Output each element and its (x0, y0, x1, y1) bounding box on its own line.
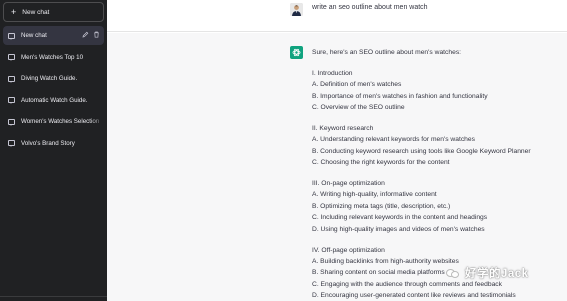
answer-line: B. Importance of men's watches in fashio… (312, 92, 488, 100)
chat-item-womens-watches-selection[interactable]: Women's Watches Selection (3, 112, 104, 131)
answer-line: C. Overview of the SEO outline (312, 104, 405, 112)
user-avatar (290, 3, 303, 16)
answer-line: A. Writing high-quality, informative con… (312, 191, 437, 199)
chat-history-list: New chat Men's Watches Top 10 Diving Wat… (3, 26, 104, 156)
chat-item-actions (82, 31, 100, 38)
answer-line: C. Including relevant keywords in the co… (312, 214, 488, 222)
pencil-icon[interactable] (82, 31, 89, 38)
chat-item-label: New chat (21, 32, 47, 39)
message-icon (8, 140, 15, 148)
new-chat-button[interactable]: + New chat (3, 2, 104, 22)
message-icon (8, 97, 15, 105)
answer-line: IV. Off-page optimization (312, 246, 385, 254)
answer-line: Sure, here's an SEO outline about men's … (312, 49, 462, 56)
answer-line: II. Keyword research (312, 124, 374, 132)
answer-line: C. Choosing the right keywords for the c… (312, 159, 450, 167)
new-chat-label: New chat (22, 8, 50, 16)
chat-item-volvos-brand-story[interactable]: Volvo's Brand Story (3, 134, 104, 153)
answer-line: B. Optimizing meta tags (title, descript… (312, 202, 451, 210)
assistant-message-row: Sure, here's an SEO outline about men's … (107, 33, 567, 301)
assistant-message: Sure, here's an SEO outline about men's … (312, 47, 562, 301)
answer-line: A. Understanding relevant keywords for m… (312, 136, 475, 144)
chat-item-automatic-watch-guide[interactable]: Automatic Watch Guide. (3, 91, 104, 110)
sidebar: + New chat New chat Men's Watches Top 10… (0, 0, 107, 301)
trash-icon[interactable] (93, 31, 100, 38)
watermark: 好学的Jack (446, 265, 529, 281)
answer-line: D. Encouraging user-generated content li… (312, 292, 516, 300)
chat-item-label: Automatic Watch Guide. (21, 96, 88, 104)
chatgpt-logo-icon (290, 46, 303, 59)
chat-item-label: Volvo's Brand Story (21, 139, 75, 147)
chat-item-label: Women's Watches Selection (21, 118, 100, 126)
plus-icon: + (11, 6, 17, 17)
chat-item-new-chat[interactable]: New chat (3, 26, 104, 45)
answer-line: A. Definition of men's watches (312, 81, 402, 89)
message-icon (8, 32, 15, 40)
conversation-area: write an seo outline about men watch Sur… (107, 0, 567, 301)
answer-line: D. Using high-quality images and videos … (312, 225, 485, 233)
message-icon (8, 75, 15, 83)
answer-line: I. Introduction (312, 69, 353, 77)
wechat-icon (446, 268, 460, 279)
chat-item-label: Diving Watch Guide. (21, 75, 78, 83)
message-icon (8, 54, 15, 62)
answer-line: III. On-page optimization (312, 179, 385, 187)
watermark-text: 好学的Jack (465, 268, 529, 280)
answer-line: B. Conducting keyword research using too… (312, 147, 531, 155)
user-message-row: write an seo outline about men watch (107, 0, 567, 32)
chat-item-label: Men's Watches Top 10 (21, 53, 84, 61)
label-fade (90, 110, 105, 129)
message-icon (8, 118, 15, 126)
chat-item-diving-watch-guide[interactable]: Diving Watch Guide. (3, 69, 104, 88)
sidebar-divider (0, 296, 107, 297)
user-message: write an seo outline about men watch (312, 4, 428, 11)
chat-item-mens-watches-top-10[interactable]: Men's Watches Top 10 (3, 48, 104, 67)
